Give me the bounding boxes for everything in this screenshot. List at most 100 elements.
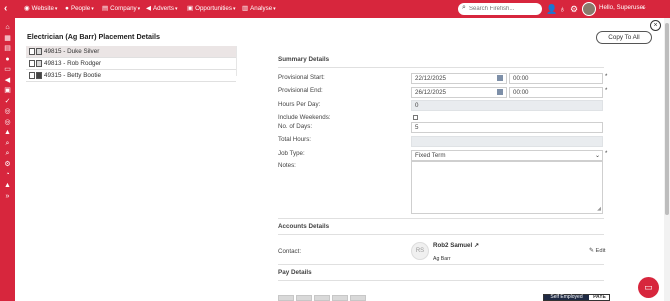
nav-website[interactable]: ◉ Website▾ — [24, 4, 57, 14]
job-type-select[interactable]: Fixed Term ⌄ — [411, 150, 603, 161]
edit-contact-button[interactable]: ✎ Edit — [589, 248, 605, 254]
close-icon[interactable]: × — [650, 20, 661, 31]
provisional-end-label: Provisional End: — [278, 87, 323, 94]
divider — [278, 280, 604, 281]
calendar-icon[interactable] — [497, 89, 503, 95]
placement-list: 49815 - Duke Silver 49813 - Rob Rodger 4… — [26, 46, 236, 82]
self-employed-option[interactable]: Self Employed — [544, 295, 589, 300]
megaphone-icon[interactable]: ◀ — [3, 76, 12, 85]
chevron-down-icon: ⌄ — [594, 153, 600, 159]
calendar-icon[interactable]: ▦ — [3, 34, 12, 43]
bell-icon[interactable]: ◔ — [3, 170, 12, 179]
pay-heading: Pay Details — [278, 269, 312, 276]
building-icon: ▤ — [102, 5, 109, 12]
provisional-end-time-input[interactable]: 00:00 — [509, 87, 603, 98]
chevron-down-icon[interactable]: ⌄ — [641, 3, 647, 11]
pay-tab[interactable] — [350, 295, 366, 301]
scrollbar-thumb[interactable] — [665, 23, 669, 215]
external-link-icon[interactable]: ↗ — [474, 242, 479, 249]
document-icon — [36, 48, 42, 55]
megaphone-icon: ◀ — [146, 5, 151, 12]
person-icon: ● — [65, 5, 69, 12]
include-weekends-checkbox[interactable] — [413, 115, 418, 120]
calendar-icon[interactable] — [497, 75, 503, 81]
provisional-end-date-input[interactable]: 26/12/2025 — [411, 87, 507, 98]
nav-people[interactable]: ● People▾ — [65, 4, 94, 14]
pay-tab[interactable] — [278, 295, 294, 301]
alert-icon[interactable]: ▲ — [3, 128, 12, 137]
total-hours-input — [411, 136, 603, 147]
search-box[interactable]: ⌕ — [458, 3, 542, 15]
employment-toggle[interactable]: Self Employed PAYE — [543, 294, 610, 301]
no-of-days-input[interactable]: 5 — [411, 122, 603, 133]
briefcase-icon: ▣ — [187, 5, 194, 12]
gear-icon[interactable]: ⚙ — [570, 3, 578, 15]
chat-icon[interactable]: ▭ — [638, 277, 659, 298]
list-item[interactable]: 49315 - Betty Bootie — [26, 70, 236, 82]
divider — [278, 218, 604, 219]
no-of-days-label: No. of Days: — [278, 123, 313, 130]
provisional-start-time-input[interactable]: 00:00 — [509, 73, 603, 84]
divider — [278, 234, 604, 235]
document-icon — [36, 60, 42, 67]
search-icon[interactable]: ⌕ — [3, 139, 12, 148]
include-weekends-label: Include Weekends: — [278, 114, 331, 121]
pay-tab[interactable] — [314, 295, 330, 301]
nav-opportunities[interactable]: ▣ Opportunities▾ — [187, 4, 235, 14]
resize-grip-icon[interactable]: ◢ — [597, 206, 601, 212]
cog-icon[interactable]: ⚙ — [3, 160, 12, 169]
home-icon[interactable]: ⌂ — [3, 23, 12, 32]
pay-tab[interactable] — [296, 295, 312, 301]
building-icon[interactable]: ▤ — [3, 44, 12, 53]
chart-icon: ▥ — [242, 5, 249, 12]
contact-label: Contact: — [278, 248, 302, 255]
document-icon — [29, 60, 35, 67]
briefcase-icon[interactable]: ▣ — [3, 86, 12, 95]
search-input[interactable] — [469, 4, 539, 14]
required-mark: * — [605, 88, 608, 94]
paye-option[interactable]: PAYE — [590, 295, 609, 300]
divider — [236, 46, 237, 76]
user-greeting[interactable]: Hello, Superuser — [599, 4, 645, 11]
check-icon[interactable]: ✓ — [3, 97, 12, 106]
chevron-left-icon[interactable]: ‹ — [4, 3, 7, 15]
copy-to-all-button[interactable]: Copy To All — [596, 31, 652, 44]
divider — [278, 264, 604, 265]
required-mark: * — [605, 74, 608, 80]
top-navbar: ‹ ◉ Website▾ ● People▾ ▤ Company▾ ◀ Adverts▾… — [0, 0, 670, 18]
list-item[interactable]: 49815 - Duke Silver — [26, 46, 236, 58]
scrollbar[interactable] — [664, 18, 670, 301]
required-mark: * — [605, 151, 608, 157]
nav-adverts[interactable]: ◀ Adverts▾ — [146, 4, 178, 14]
nav-company[interactable]: ▤ Company▾ — [102, 4, 140, 14]
nav-analyse[interactable]: ▥ Analyse▾ — [242, 4, 276, 14]
notes-textarea[interactable]: ◢ — [411, 161, 603, 214]
contact-company: Ag Barr — [433, 256, 451, 262]
target-icon[interactable]: ◎ — [3, 107, 12, 116]
document-icon — [36, 72, 42, 79]
add-person-icon[interactable]: 👤 — [546, 3, 557, 15]
provisional-start-label: Provisional Start: — [278, 74, 325, 81]
page-title: Electrician (Ag Barr) Placement Details — [27, 32, 161, 41]
document-icon — [29, 72, 35, 79]
globe-icon[interactable]: ● — [3, 55, 12, 64]
total-hours-label: Total Hours: — [278, 136, 312, 143]
hours-per-day-input: 0 — [411, 100, 603, 111]
provisional-start-date-input[interactable]: 22/12/2025 — [411, 73, 507, 84]
user-avatar[interactable] — [582, 2, 596, 16]
expand-icon[interactable]: » — [3, 192, 12, 201]
list-item[interactable]: 49813 - Rob Rodger — [26, 58, 236, 70]
contact-name-link[interactable]: Rob2 Samuel ↗ — [433, 242, 479, 249]
warning-icon[interactable]: ▲ — [3, 181, 12, 190]
divider — [278, 67, 604, 68]
left-sidebar: ⌂ ▦ ▤ ● ▭ ◀ ▣ ✓ ◎ ◎ ▲ ⌕ ⌕ ⚙ ◔ ▲ » — [0, 18, 15, 301]
hours-per-day-label: Hours Per Day: — [278, 101, 321, 108]
search-people-icon[interactable]: ⌕ — [3, 149, 12, 158]
inbox-icon[interactable]: ▭ — [3, 65, 12, 74]
lightbulb-icon[interactable]: ♁ — [559, 3, 566, 15]
summary-heading: Summary Details — [278, 56, 330, 63]
notes-label: Notes: — [278, 162, 296, 169]
search-icon: ⌕ — [462, 4, 466, 11]
pay-tab[interactable] — [332, 295, 348, 301]
settings-icon[interactable]: ◎ — [3, 118, 12, 127]
